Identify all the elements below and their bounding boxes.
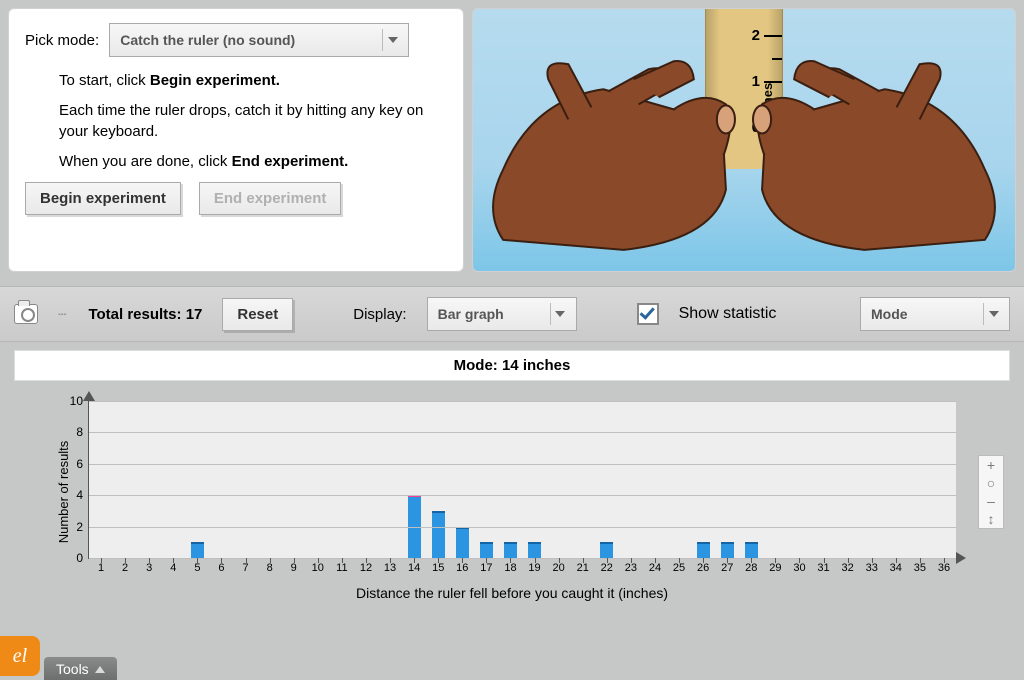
display-select-value: Bar graph xyxy=(438,306,504,322)
tools-tab[interactable]: Tools xyxy=(44,657,117,680)
x-tick: 31 xyxy=(817,562,829,574)
x-tick: 23 xyxy=(625,562,637,574)
mode-select-value: Catch the ruler (no sound) xyxy=(120,32,295,48)
chart-bar xyxy=(432,511,445,558)
y-tick: 0 xyxy=(76,551,83,565)
x-tick: 34 xyxy=(890,562,902,574)
y-tick: 8 xyxy=(76,425,83,439)
x-tick: 17 xyxy=(480,562,492,574)
begin-experiment-button[interactable]: Begin experiment xyxy=(25,182,181,215)
x-tick: 2 xyxy=(122,562,128,574)
tools-tab-label: Tools xyxy=(56,661,89,677)
statistic-select-value: Mode xyxy=(871,306,908,322)
instructions: To start, click Begin experiment. Each t… xyxy=(59,71,447,172)
y-tick: 10 xyxy=(70,394,83,408)
x-tick: 21 xyxy=(577,562,589,574)
x-tick: 13 xyxy=(384,562,396,574)
x-tick: 10 xyxy=(312,562,324,574)
x-tick: 16 xyxy=(456,562,468,574)
experiment-illustration: 2 1 0 inches xyxy=(472,8,1016,272)
end-experiment-button: End experiment xyxy=(199,182,342,215)
arrow-up-icon xyxy=(83,391,95,401)
chart-bar xyxy=(600,542,613,558)
chart-bar xyxy=(745,542,758,558)
x-tick: 6 xyxy=(218,562,224,574)
checkmark-icon xyxy=(639,304,654,320)
chart-bar xyxy=(721,542,734,558)
separator: ┄ xyxy=(58,306,68,323)
chart-bar xyxy=(528,542,541,558)
x-tick: 14 xyxy=(408,562,420,574)
chart-bar xyxy=(191,542,204,558)
x-tick: 32 xyxy=(842,562,854,574)
x-tick: 4 xyxy=(170,562,176,574)
x-tick: 8 xyxy=(267,562,273,574)
x-tick: 11 xyxy=(336,562,347,574)
bar-chart: Number of results 0246810123456789101112… xyxy=(14,385,1010,599)
mode-select[interactable]: Catch the ruler (no sound) xyxy=(109,23,409,57)
x-tick: 22 xyxy=(601,562,613,574)
x-tick: 28 xyxy=(745,562,757,574)
reset-button[interactable]: Reset xyxy=(222,298,293,331)
x-tick: 15 xyxy=(432,562,444,574)
x-tick: 7 xyxy=(242,562,248,574)
total-results-label: Total results: 17 xyxy=(88,306,202,323)
chart-bar xyxy=(504,542,517,558)
x-tick: 3 xyxy=(146,562,152,574)
zoom-pan-button[interactable]: ↕ xyxy=(979,510,1003,528)
display-select[interactable]: Bar graph xyxy=(427,297,577,331)
x-tick: 19 xyxy=(528,562,540,574)
x-tick: 12 xyxy=(360,562,372,574)
y-tick: 6 xyxy=(76,457,83,471)
x-tick: 18 xyxy=(504,562,516,574)
x-axis-label: Distance the ruler fell before you caugh… xyxy=(356,585,668,601)
y-axis-label: Number of results xyxy=(56,441,71,544)
chevron-down-icon xyxy=(983,303,1003,325)
x-tick: 20 xyxy=(553,562,565,574)
zoom-controls: + – ↕ xyxy=(978,455,1004,529)
mode-label: Pick mode: xyxy=(25,32,99,49)
arrow-right-icon xyxy=(956,552,966,564)
chevron-down-icon xyxy=(382,29,402,51)
statistic-select[interactable]: Mode xyxy=(860,297,1010,331)
hands-icon xyxy=(473,9,1015,272)
x-tick: 24 xyxy=(649,562,661,574)
x-tick: 1 xyxy=(98,562,104,574)
show-statistic-label: Show statistic xyxy=(679,305,777,323)
x-tick: 35 xyxy=(914,562,926,574)
display-label: Display: xyxy=(353,306,406,323)
x-tick: 33 xyxy=(866,562,878,574)
triangle-up-icon xyxy=(95,666,105,673)
plot-area: 0246810123456789101112131415161718192021… xyxy=(88,401,956,559)
chart-bar xyxy=(456,527,469,558)
zoom-in-button[interactable]: + xyxy=(979,456,1003,474)
zoom-out-button[interactable]: – xyxy=(979,492,1003,510)
x-tick: 9 xyxy=(291,562,297,574)
x-tick: 5 xyxy=(194,562,200,574)
chart-title: Mode: 14 inches xyxy=(14,350,1010,381)
camera-icon[interactable] xyxy=(14,304,38,324)
x-tick: 30 xyxy=(793,562,805,574)
show-statistic-checkbox[interactable] xyxy=(637,303,659,325)
x-tick: 29 xyxy=(769,562,781,574)
zoom-reset-button[interactable] xyxy=(979,474,1003,492)
x-tick: 27 xyxy=(721,562,733,574)
x-tick: 25 xyxy=(673,562,685,574)
y-tick: 2 xyxy=(76,520,83,534)
controls-panel: Pick mode: Catch the ruler (no sound) To… xyxy=(8,8,464,272)
chart-bar xyxy=(697,542,710,558)
chart-bar xyxy=(480,542,493,558)
y-tick: 4 xyxy=(76,488,83,502)
brand-badge: el xyxy=(0,636,40,676)
results-toolbar: ┄ Total results: 17 Reset Display: Bar g… xyxy=(0,286,1024,342)
x-tick: 36 xyxy=(938,562,950,574)
chevron-down-icon xyxy=(550,303,570,325)
x-tick: 26 xyxy=(697,562,709,574)
